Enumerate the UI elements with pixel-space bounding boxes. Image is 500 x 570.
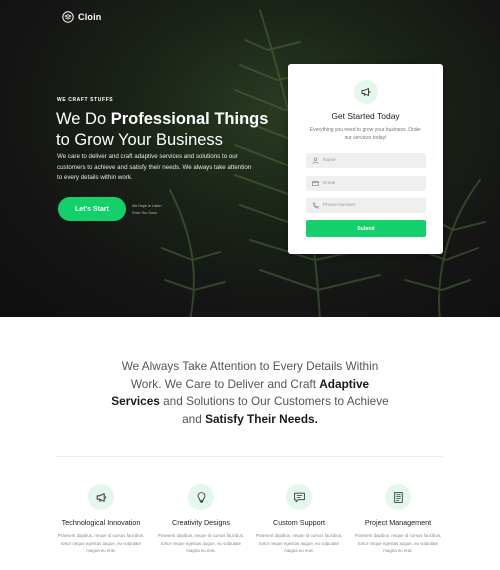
- megaphone-icon: [96, 492, 106, 502]
- feature-title: Technological Innovation: [61, 518, 141, 527]
- feature-creativity-designs: Creativity Designs Praesent dapibus, neq…: [151, 484, 251, 555]
- headline-prefix: We Do: [56, 110, 111, 128]
- stack-logo-icon: [62, 11, 74, 23]
- brand-logo[interactable]: Cloin: [62, 11, 102, 23]
- statement-emphasis-2: Satisfy Their Needs.: [205, 411, 318, 426]
- phone-field[interactable]: [306, 198, 426, 213]
- feature-text: Praesent dapibus, neque id cursus faucib…: [57, 533, 145, 553]
- lets-start-button[interactable]: Let's Start: [58, 197, 126, 221]
- hero-section: Cloin WE CRAFT STUFFS We Do Professional…: [0, 0, 500, 317]
- megaphone-icon: [361, 88, 371, 97]
- hero-kicker: WE CRAFT STUFFS: [57, 97, 114, 103]
- name-field[interactable]: [306, 153, 426, 168]
- get-started-form: Get Started Today Everything you need to…: [288, 64, 443, 254]
- submit-button[interactable]: Submit: [306, 220, 426, 237]
- cta-note-line1: We Hope to Listen: [132, 204, 162, 208]
- form-title: Get Started Today: [331, 111, 400, 121]
- cta-note: We Hope to Listen From You Soon: [132, 203, 182, 216]
- feature-text: Praesent dapibus, neque id cursus faucib…: [157, 533, 245, 553]
- value-statement: We Always Take Attention to Every Detail…: [110, 358, 390, 428]
- user-icon: [312, 157, 319, 164]
- headline-suffix: to Grow Your Business: [56, 131, 223, 149]
- hero-lead: We care to deliver and craft adaptive se…: [57, 153, 252, 181]
- feature-icon-badge: [188, 484, 214, 510]
- email-icon: [312, 181, 319, 186]
- form-subtitle: Everything you need to grow your busines…: [309, 127, 422, 141]
- email-field[interactable]: [306, 176, 426, 191]
- form-badge: [354, 80, 378, 104]
- feature-project-management: Project Management Praesent dapibus, neq…: [348, 484, 448, 555]
- feature-title: Project Management: [364, 518, 432, 527]
- headline-emphasis: Professional Things: [110, 110, 269, 128]
- document-icon: [393, 491, 403, 503]
- feature-icon-badge: [88, 484, 114, 510]
- brand-name: Cloin: [78, 12, 102, 22]
- feature-text: Praesent dapibus, neque id cursus faucib…: [255, 533, 343, 553]
- lightbulb-icon: [197, 491, 205, 503]
- feature-technological-innovation: Technological Innovation Praesent dapibu…: [51, 484, 151, 555]
- hero-headline: We Do Professional Things to Grow Your Bu…: [56, 109, 276, 151]
- feature-title: Custom Support: [273, 518, 325, 527]
- feature-text: Praesent dapibus, neque id cursus faucib…: [354, 533, 442, 553]
- cta-note-line2: From You Soon: [132, 210, 157, 215]
- feature-title: Creativity Designs: [172, 518, 230, 527]
- feature-icon-badge: [286, 484, 312, 510]
- feature-icon-badge: [385, 484, 411, 510]
- chat-icon: [293, 492, 305, 502]
- feature-custom-support: Custom Support Praesent dapibus, neque i…: [249, 484, 349, 555]
- phone-icon: [313, 202, 319, 209]
- section-divider: [57, 456, 443, 457]
